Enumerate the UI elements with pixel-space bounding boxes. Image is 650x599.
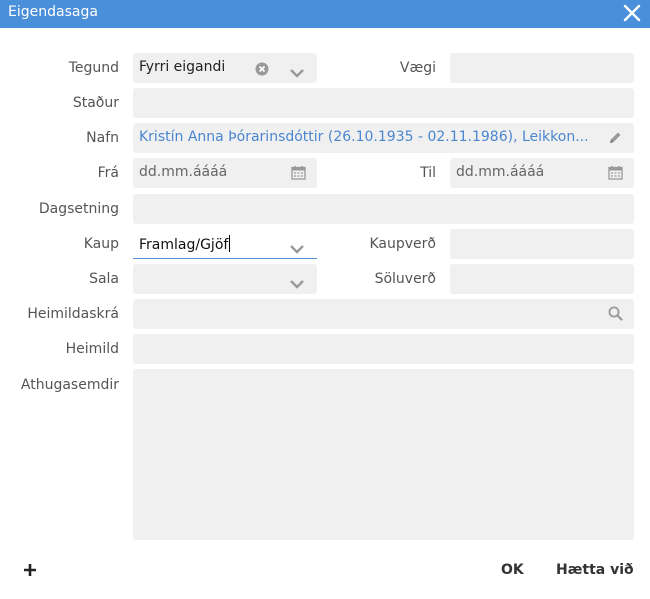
label-til: Til [420,165,436,181]
dialog-title: Eigendasaga [8,4,98,20]
fra-placeholder: dd.mm.áááá [139,164,228,180]
label-sala: Sala [89,271,119,287]
chevron-down-icon[interactable] [290,63,304,82]
dialog-titlebar: Eigendasaga [0,0,650,28]
label-kaupverd: Kaupverð [369,236,437,252]
heimild-input[interactable] [133,334,634,364]
label-vaegi: Vægi [399,60,436,76]
soluverd-input[interactable] [450,264,634,294]
calendar-icon[interactable] [608,165,623,184]
nafn-field[interactable]: Kristín Anna Þórarinsdóttir (26.10.1935 … [133,123,634,153]
tegund-select[interactable]: Fyrri eigandi [133,53,317,83]
chevron-down-icon[interactable] [290,239,304,258]
label-soluverd: Söluverð [374,271,436,287]
ok-button[interactable]: OK [501,562,524,578]
vaegi-input[interactable] [450,53,634,83]
tegund-value: Fyrri eigandi [139,59,226,75]
til-placeholder: dd.mm.áááá [456,164,545,180]
label-tegund: Tegund [68,60,119,76]
clear-icon[interactable] [255,61,269,80]
kaup-select[interactable]: Framlag/Gjöf [133,229,317,259]
pencil-icon[interactable] [608,130,622,149]
nafn-link[interactable]: Kristín Anna Þórarinsdóttir (26.10.1935 … [139,129,589,145]
heimildaskra-input[interactable] [133,299,634,329]
calendar-icon[interactable] [291,165,306,184]
athugasemdir-textarea[interactable] [133,369,634,540]
label-dagsetning: Dagsetning [38,201,119,217]
close-icon[interactable] [622,2,642,24]
label-athugasemdir: Athugasemdir [20,377,119,393]
cancel-button[interactable]: Hætta við [556,562,634,578]
plus-icon[interactable] [23,562,37,581]
label-heimild: Heimild [65,341,119,357]
sala-select[interactable] [133,264,317,294]
dagsetning-input[interactable] [133,194,634,224]
fra-date-input[interactable]: dd.mm.áááá [133,158,317,188]
stadur-input[interactable] [133,88,634,118]
label-fra: Frá [97,165,119,181]
til-date-input[interactable]: dd.mm.áááá [450,158,634,188]
label-nafn: Nafn [86,130,119,146]
chevron-down-icon[interactable] [290,274,304,293]
text-cursor [229,235,231,252]
label-stadur: Staður [72,95,119,111]
kaup-value: Framlag/Gjöf [139,237,229,253]
label-heimildaskra: Heimildaskrá [27,306,119,322]
label-kaup: Kaup [83,236,119,252]
kaup-value-wrap: Framlag/Gjöf [139,235,231,253]
search-icon[interactable] [608,306,623,325]
kaupverd-input[interactable] [450,229,634,259]
